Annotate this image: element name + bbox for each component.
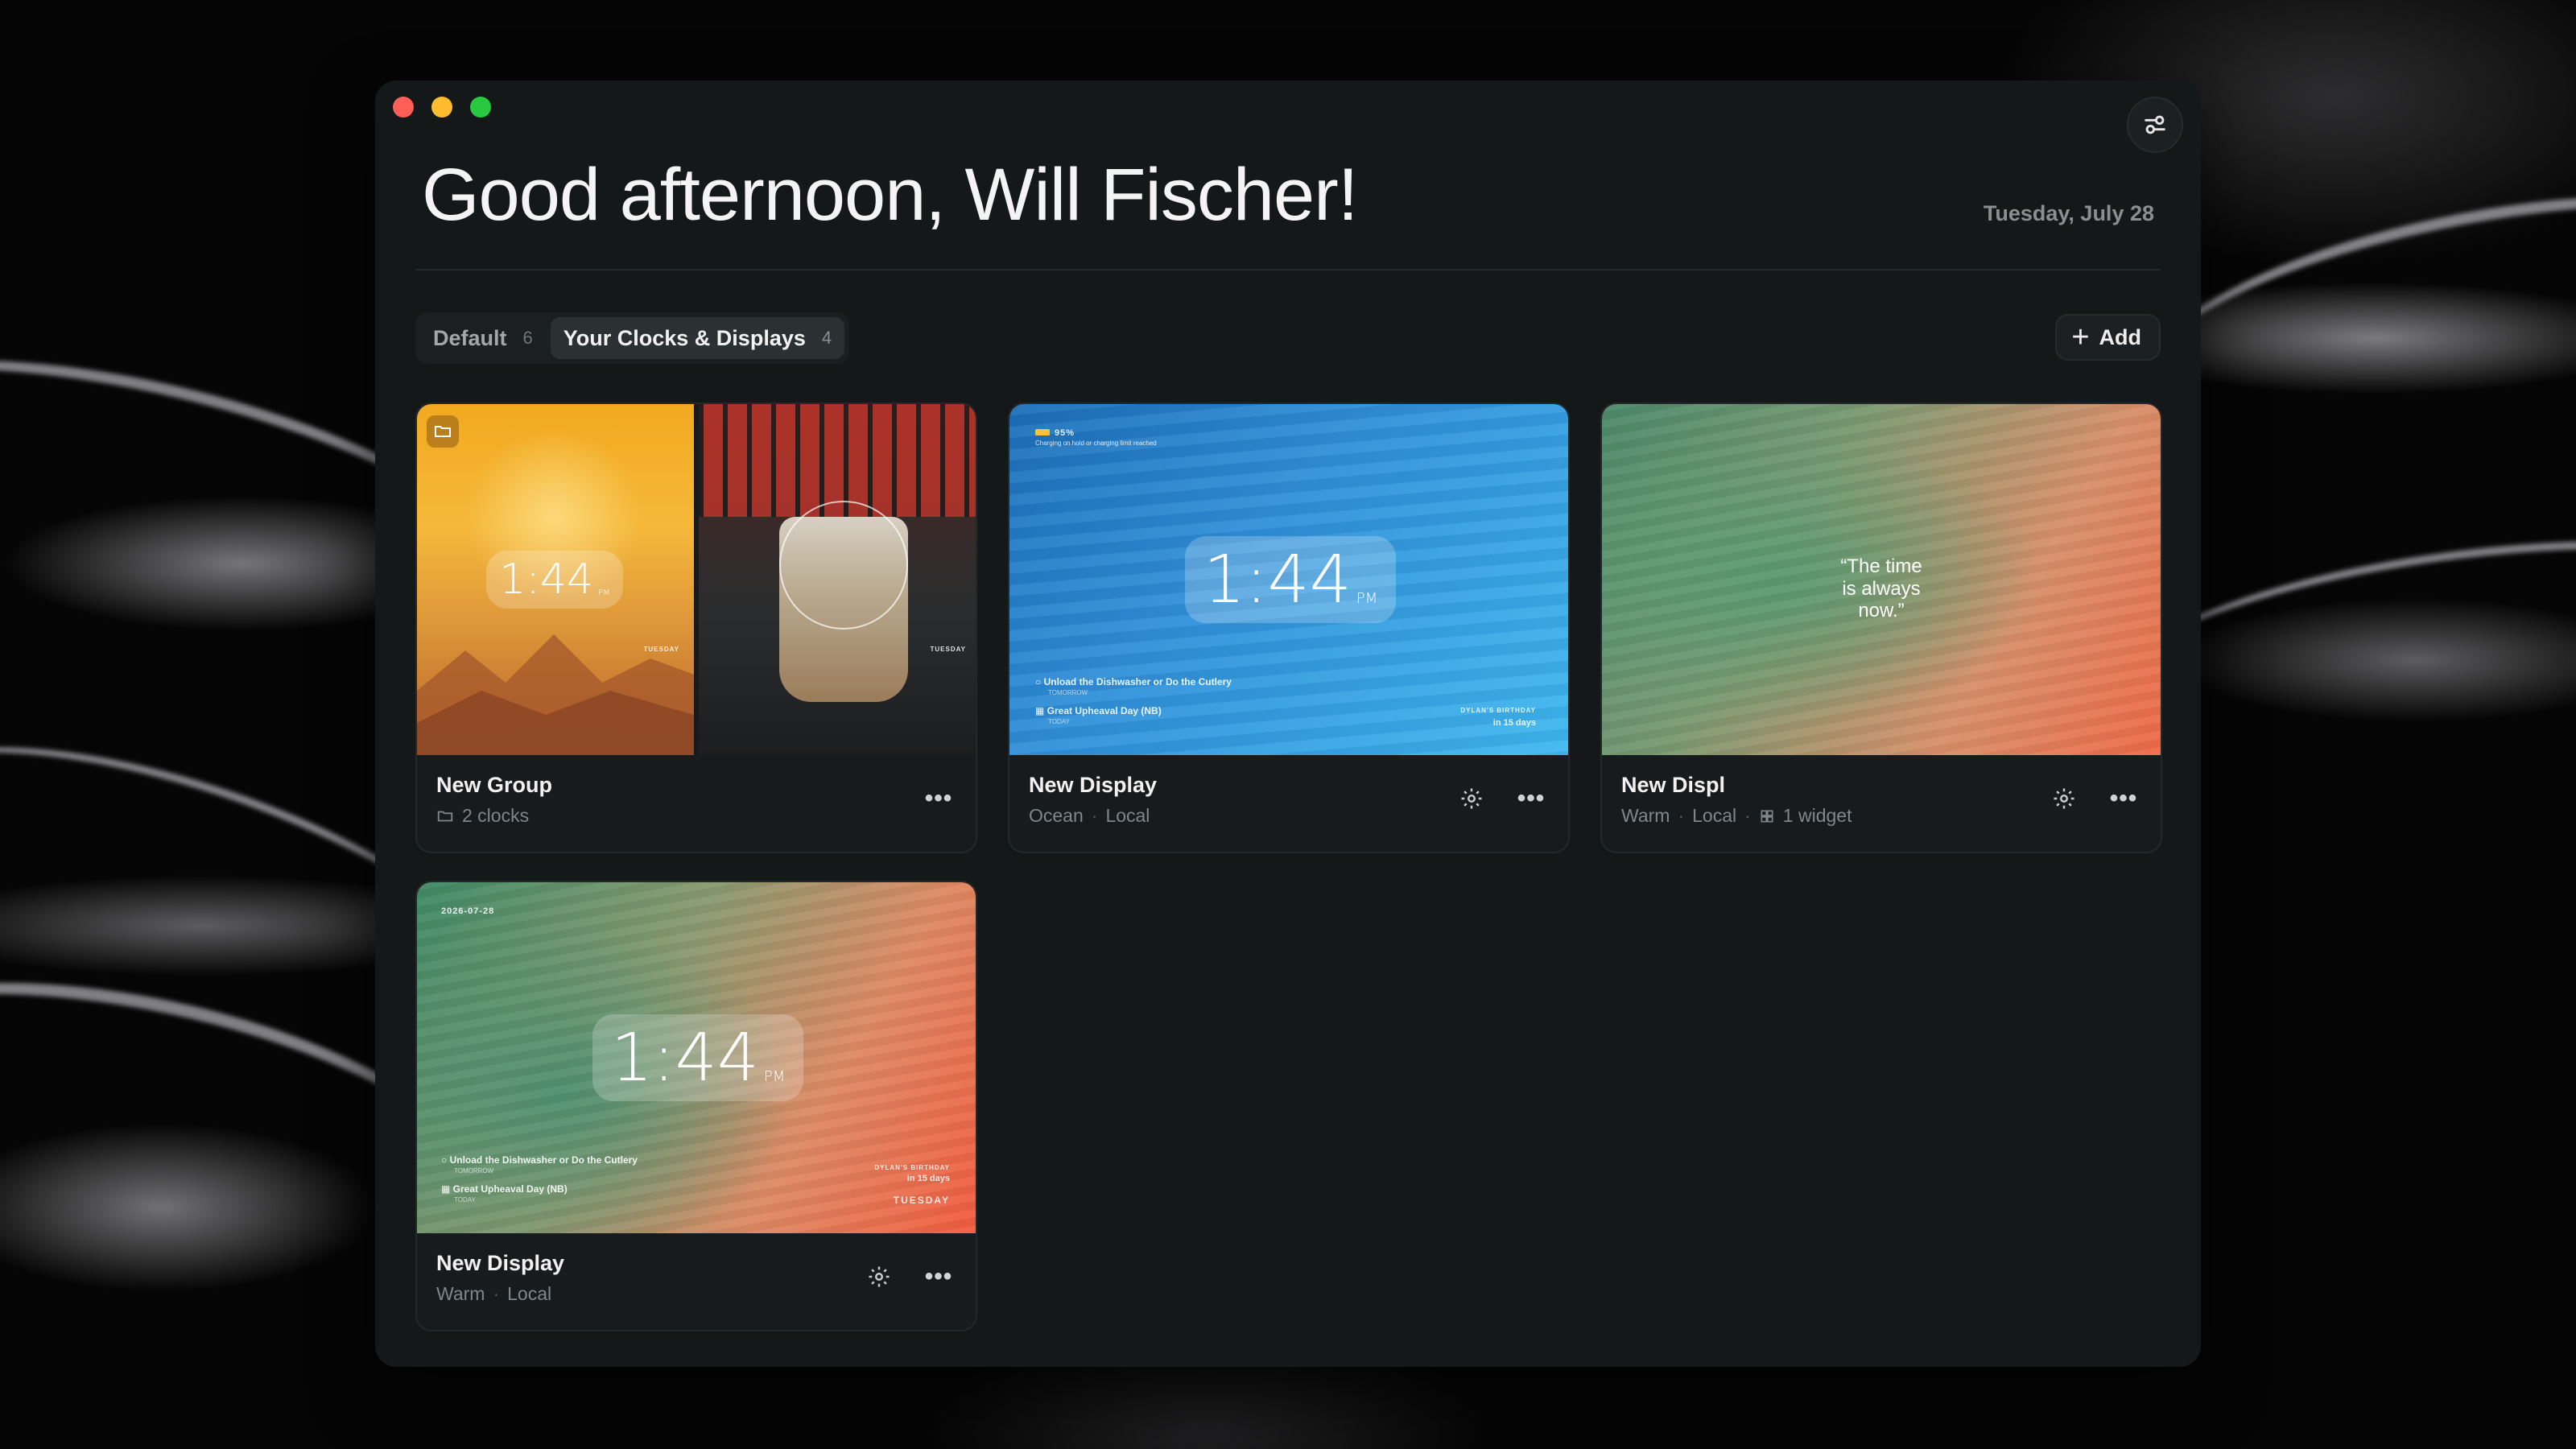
warm-display-preview: 2026-07-28 1:44 PM ○ Unload the Dishwashe… <box>417 882 976 1233</box>
more-dots-icon: ••• <box>1517 785 1546 811</box>
clock-display: 1:44 PM <box>592 1014 803 1101</box>
page-title: Good afternoon, Will Fischer! <box>422 154 1358 236</box>
card-title: New Display <box>436 1251 565 1275</box>
tab-label: Default <box>433 325 507 350</box>
clock-display: 1:44 PM <box>1185 536 1396 623</box>
display-card[interactable]: 95% Charging on hold or charging limit r… <box>1008 402 1570 853</box>
settings-gear-button[interactable] <box>863 1261 895 1293</box>
tab-label: Your Clocks & Displays <box>563 325 806 350</box>
tab-bar: Default 6 Your Clocks & Displays 4 <box>415 312 850 364</box>
card-actions: ••• <box>863 1261 955 1293</box>
warm-display-preview: “The time is always now.” <box>1602 404 2161 755</box>
settings-button[interactable] <box>2127 97 2183 153</box>
gear-icon <box>2054 788 2074 809</box>
card-actions: ••• <box>2048 782 2140 815</box>
app-window: Good afternoon, Will Fischer! Tuesday, J… <box>375 80 2201 1367</box>
tab-your-clocks-displays[interactable]: Your Clocks & Displays 4 <box>550 317 845 359</box>
settings-gear-button[interactable] <box>1455 782 1488 815</box>
clock-display: 1:44 PM <box>486 551 623 609</box>
photo-clock-preview: TUESDAY <box>699 404 976 755</box>
settings-gear-button[interactable] <box>2048 782 2080 815</box>
gear-icon <box>1461 788 1482 809</box>
card-actions: ••• <box>923 782 955 815</box>
header-divider <box>415 269 2161 270</box>
add-label: Add <box>2099 324 2141 349</box>
window-controls <box>393 97 491 118</box>
folder-badge <box>427 415 459 448</box>
more-button[interactable]: ••• <box>1515 782 1547 815</box>
display-card[interactable]: “The time is always now.” New Displ Warm… <box>1600 402 2162 853</box>
tab-count: 4 <box>821 328 832 348</box>
zoom-button[interactable] <box>470 97 491 118</box>
card-title: New Display <box>1029 773 1158 797</box>
grid-icon <box>1761 810 1773 822</box>
more-button[interactable]: ••• <box>923 782 955 815</box>
task-list: ○ Unload the Dishwasher or Do the Cutler… <box>1035 676 1232 725</box>
more-dots-icon: ••• <box>924 785 953 811</box>
quote-text: “The time is always now.” <box>1840 555 1922 622</box>
sunset-clock-preview: 1:44 PM TUESDAY <box>417 404 694 755</box>
group-card[interactable]: 1:44 PM TUESDAY TUESDAY New Group 2 clock… <box>415 402 977 853</box>
group-thumbnail: 1:44 PM TUESDAY TUESDAY <box>417 404 976 755</box>
ocean-display-preview: 95% Charging on hold or charging limit r… <box>1009 404 1568 755</box>
minimize-button[interactable] <box>431 97 452 118</box>
tab-count: 6 <box>522 328 533 348</box>
more-dots-icon: ••• <box>2109 785 2138 811</box>
task-list: ○ Unload the Dishwasher or Do the Cutler… <box>441 1154 638 1203</box>
card-meta: 2 clocks <box>436 805 529 827</box>
battery-status: 95% <box>1035 428 1075 438</box>
card-meta: Ocean · Local <box>1029 805 1150 826</box>
gear-icon <box>869 1266 890 1287</box>
plus-icon: + <box>2071 320 2090 354</box>
card-title: New Displ <box>1621 773 1726 797</box>
tab-default[interactable]: Default 6 <box>420 317 546 359</box>
display-card[interactable]: 2026-07-28 1:44 PM ○ Unload the Dishwashe… <box>415 881 977 1331</box>
current-date: Tuesday, July 28 <box>1983 201 2154 225</box>
more-dots-icon: ••• <box>924 1263 953 1290</box>
folder-icon <box>437 811 453 821</box>
card-actions: ••• <box>1455 782 1547 815</box>
folder-icon <box>435 426 451 437</box>
card-title: New Group <box>436 773 553 797</box>
card-meta: Warm · Local · 1 widget <box>1621 805 1852 826</box>
more-button[interactable]: ••• <box>923 1261 955 1293</box>
sliders-icon <box>2145 115 2165 134</box>
card-meta: Warm · Local <box>436 1283 552 1304</box>
close-button[interactable] <box>393 97 414 118</box>
more-button[interactable]: ••• <box>2107 782 2140 815</box>
add-button[interactable]: + Add <box>2055 314 2161 361</box>
